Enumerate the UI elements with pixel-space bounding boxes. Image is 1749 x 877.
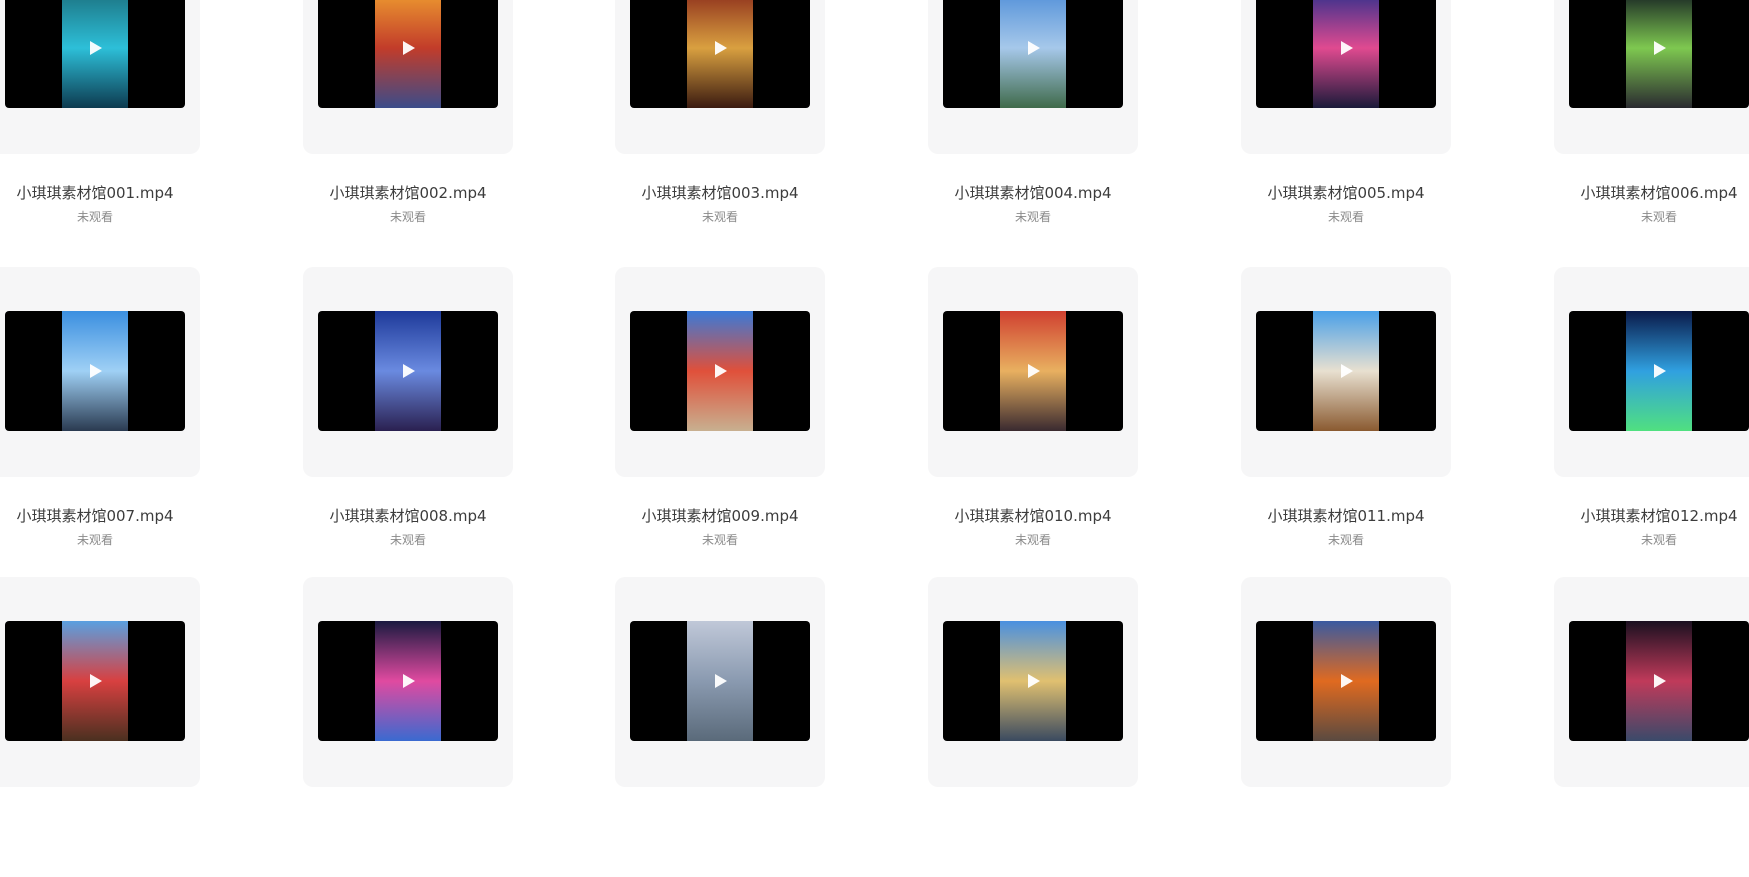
file-name[interactable]: 小琪琪素材馆006.mp4 [1554,182,1749,203]
watch-status: 未观看 [76,533,113,547]
video-card[interactable] [303,0,513,154]
file-name[interactable]: 小琪琪素材馆011.mp4 [1241,505,1451,526]
play-icon[interactable] [90,364,102,378]
video-card[interactable] [0,267,200,477]
video-file-item[interactable]: 小琪琪素材馆007.mp4 未观看 [0,267,200,567]
video-thumbnail[interactable] [630,621,810,741]
video-card[interactable] [615,267,825,477]
watch-status: 未观看 [701,210,738,224]
watch-status: 未观看 [1640,533,1677,547]
video-card[interactable] [1554,0,1749,154]
video-card[interactable] [303,577,513,787]
play-icon[interactable] [1028,364,1040,378]
video-card[interactable] [928,267,1138,477]
video-thumbnail[interactable] [630,311,810,431]
video-file-item[interactable]: 小琪琪素材馆001.mp4 未观看 [0,0,200,244]
watch-status: 未观看 [389,210,426,224]
file-name[interactable]: 小琪琪素材馆008.mp4 [303,505,513,526]
video-card[interactable] [1554,577,1749,787]
play-icon[interactable] [715,674,727,688]
video-file-item[interactable] [928,577,1138,877]
file-name[interactable]: 小琪琪素材馆012.mp4 [1554,505,1749,526]
file-name[interactable]: 小琪琪素材馆010.mp4 [928,505,1138,526]
video-card[interactable] [1554,267,1749,477]
video-thumbnail[interactable] [318,311,498,431]
video-thumbnail[interactable] [1256,311,1436,431]
video-file-item[interactable]: 小琪琪素材馆012.mp4 未观看 [1554,267,1749,567]
video-thumbnail[interactable] [1569,0,1749,108]
video-thumbnail[interactable] [1569,311,1749,431]
watch-status: 未观看 [1327,210,1364,224]
video-file-item[interactable]: 小琪琪素材馆008.mp4 未观看 [303,267,513,567]
video-card[interactable] [0,577,200,787]
play-icon[interactable] [1341,41,1353,55]
watch-status: 未观看 [1014,210,1051,224]
play-icon[interactable] [1028,41,1040,55]
video-thumbnail[interactable] [1569,621,1749,741]
play-icon[interactable] [1654,364,1666,378]
file-name[interactable]: 小琪琪素材馆007.mp4 [0,505,200,526]
file-name[interactable]: 小琪琪素材馆004.mp4 [928,182,1138,203]
video-card[interactable] [0,0,200,154]
play-icon[interactable] [1654,674,1666,688]
video-thumbnail[interactable] [318,0,498,108]
video-card[interactable] [615,0,825,154]
video-card[interactable] [928,0,1138,154]
watch-status: 未观看 [1327,533,1364,547]
video-card[interactable] [303,267,513,477]
video-thumbnail[interactable] [943,311,1123,431]
video-file-item[interactable]: 小琪琪素材馆010.mp4 未观看 [928,267,1138,567]
video-thumbnail[interactable] [1256,0,1436,108]
video-thumbnail[interactable] [5,311,185,431]
play-icon[interactable] [715,364,727,378]
video-thumbnail[interactable] [318,621,498,741]
video-thumbnail[interactable] [5,621,185,741]
video-card[interactable] [1241,0,1451,154]
video-file-item[interactable] [1554,577,1749,877]
watch-status: 未观看 [701,533,738,547]
watch-status: 未观看 [389,533,426,547]
file-name[interactable]: 小琪琪素材馆005.mp4 [1241,182,1451,203]
video-file-item[interactable]: 小琪琪素材馆004.mp4 未观看 [928,0,1138,244]
video-file-item[interactable]: 小琪琪素材馆009.mp4 未观看 [615,267,825,567]
play-icon[interactable] [90,674,102,688]
video-file-item[interactable]: 小琪琪素材馆005.mp4 未观看 [1241,0,1451,244]
file-name[interactable]: 小琪琪素材馆009.mp4 [615,505,825,526]
video-file-item[interactable]: 小琪琪素材馆006.mp4 未观看 [1554,0,1749,244]
play-icon[interactable] [90,41,102,55]
play-icon[interactable] [1341,674,1353,688]
play-icon[interactable] [403,674,415,688]
video-file-item[interactable] [1241,577,1451,877]
video-file-item[interactable] [303,577,513,877]
video-card[interactable] [615,577,825,787]
watch-status: 未观看 [1014,533,1051,547]
video-file-item[interactable]: 小琪琪素材馆003.mp4 未观看 [615,0,825,244]
video-thumbnail[interactable] [943,621,1123,741]
play-icon[interactable] [1341,364,1353,378]
play-icon[interactable] [403,41,415,55]
video-thumbnail[interactable] [943,0,1123,108]
play-icon[interactable] [403,364,415,378]
video-card[interactable] [1241,267,1451,477]
video-file-grid: 小琪琪素材馆001.mp4 未观看 小琪琪素材馆002.mp4 未观看 小琪琪素材馆00… [0,0,1749,787]
video-file-item[interactable] [0,577,200,877]
play-icon[interactable] [1028,674,1040,688]
play-icon[interactable] [1654,41,1666,55]
video-thumbnail[interactable] [630,0,810,108]
watch-status: 未观看 [76,210,113,224]
file-name[interactable]: 小琪琪素材馆001.mp4 [0,182,200,203]
video-card[interactable] [1241,577,1451,787]
video-file-item[interactable]: 小琪琪素材馆011.mp4 未观看 [1241,267,1451,567]
watch-status: 未观看 [1640,210,1677,224]
file-name[interactable]: 小琪琪素材馆003.mp4 [615,182,825,203]
video-card[interactable] [928,577,1138,787]
file-name[interactable]: 小琪琪素材馆002.mp4 [303,182,513,203]
video-thumbnail[interactable] [5,0,185,108]
video-thumbnail[interactable] [1256,621,1436,741]
video-file-item[interactable] [615,577,825,877]
play-icon[interactable] [715,41,727,55]
video-file-item[interactable]: 小琪琪素材馆002.mp4 未观看 [303,0,513,244]
